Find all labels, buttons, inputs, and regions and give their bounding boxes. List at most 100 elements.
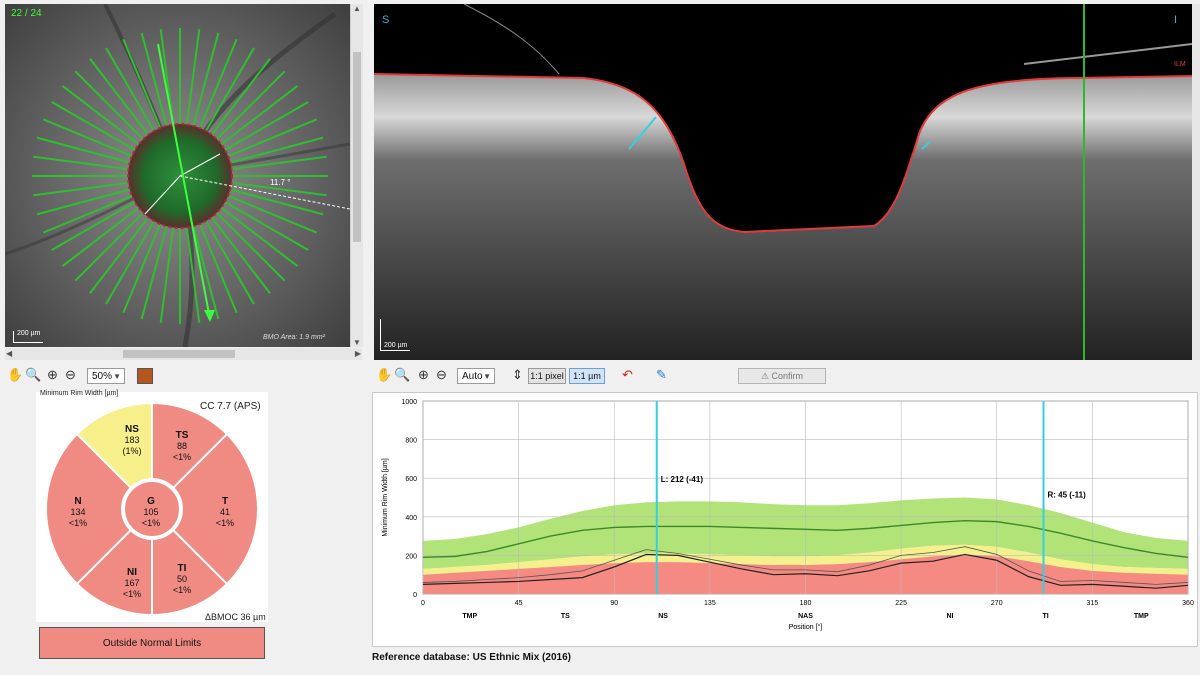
y-tick-label: 600 [405,476,417,483]
bmo-offset-label: ΔBMOC 36 µm [205,612,266,622]
sector-value: 183 [124,435,140,445]
zoom-icon[interactable]: 🔍 [25,366,41,384]
y-tick-label: 0 [413,592,417,599]
x-tick-label: 315 [1087,600,1099,607]
x-tick-label: 90 [610,600,618,607]
reference-database-label: Reference database: US Ethnic Mix (2016) [372,652,571,663]
sector-name: TS [175,430,189,441]
sector-value: 88 [176,441,187,451]
sector-t: T 41 <1% [200,496,250,529]
undo-icon[interactable]: ↶ [622,366,633,384]
oct-bscan-image [374,4,1192,360]
x-tick-label: 135 [704,600,716,607]
sector-percentile: <1% [68,518,88,528]
orientation-left: S [382,14,390,26]
edit-segmentation-icon[interactable]: ✎ [656,366,667,384]
classification-status: Outside Normal Limits [39,627,265,659]
zoom-icon[interactable]: 🔍 [394,366,410,384]
zoom-in-icon[interactable]: ⊕ [418,366,429,384]
sector-name: NI [127,567,137,578]
confirm-button[interactable]: ⚠ Confirm [738,368,826,384]
sector-axis-label: TI [1043,613,1049,620]
scroll-right-icon[interactable]: ▶ [355,349,361,358]
sector-ts: TS 88 <1% [157,430,207,463]
x-tick-label: 45 [515,600,523,607]
height-scale-icon[interactable]: ⇕ [512,366,523,384]
y-axis-label: Minimum Rim Width [µm] [382,458,389,536]
zoom-select[interactable]: 50% ▼ [87,368,125,384]
fundus-scale-label: 200 µm [17,330,41,337]
sector-g: G 105 <1% [126,496,176,529]
sector-percentile: <1% [172,452,192,462]
zoom-out-icon[interactable]: ⊖ [436,366,447,384]
position-marker-label: R: 45 (-11) [1048,491,1087,500]
zoom-select[interactable]: Auto ▼ [457,368,495,384]
zoom-out-icon[interactable]: ⊖ [65,366,76,384]
scroll-up-icon[interactable]: ▲ [353,4,361,13]
bmo-area-label: BMO Area: 1.9 mm² [263,334,325,341]
confirm-label: Confirm [771,371,804,381]
sector-axis-label: NAS [798,613,813,620]
sector-value: 167 [124,578,140,588]
orientation-right: I [1174,14,1178,26]
sector-value: 41 [219,507,230,517]
sector-name: NS [125,424,139,435]
ilm-label: ILM [1174,61,1186,68]
sector-value: 105 [143,507,159,517]
micron-scale-button[interactable]: 1:1 µm [569,368,605,384]
oct-bscan-panel[interactable]: S I ILM 200 µm [374,4,1192,360]
fundus-image-panel[interactable]: 22 / 24 200 µm 11.7 ° BMO Area: 1.9 mm² [5,4,350,347]
sector-axis-label: TMP [462,613,477,620]
sector-value: 50 [176,574,187,584]
hand-icon[interactable]: ✋ [7,366,23,384]
sector-axis-label: NI [947,613,954,620]
sector-percentile: <1% [122,589,142,599]
left-horizontal-scrollbar[interactable]: ◀ ▶ [5,348,362,360]
x-tick-label: 270 [991,600,1003,607]
mrw-profile-chart: 0 45 90 135 180 225 270 315 360 0 200 400 600 800 1000… [372,392,1198,647]
sector-percentile: <1% [215,518,235,528]
sector-axis-label: TMP [1134,613,1149,620]
right-vertical-scrollbar[interactable] [1192,4,1200,360]
sector-ns: NS 183 (1%) [107,424,157,457]
scroll-left-icon[interactable]: ◀ [6,349,12,358]
zoom-select-value: Auto [462,371,483,382]
sector-percentile: <1% [172,585,192,595]
scroll-thumb[interactable] [353,52,361,242]
color-swatch-icon[interactable] [137,368,153,384]
warning-icon: ⚠ [760,371,772,381]
x-tick-label: 0 [421,600,425,607]
left-vertical-scrollbar[interactable]: ▲ ▼ [350,4,363,347]
oct-scale-label: 200 µm [384,342,408,349]
mrw-title: Minimum Rim Width [µm] [40,390,119,397]
sector-name: TI [177,563,187,574]
sector-name: T [221,496,229,507]
chevron-down-icon: ▼ [483,372,491,381]
frame-counter: 22 / 24 [11,8,42,19]
scroll-thumb[interactable] [123,350,235,358]
fundus-image [5,4,350,347]
scroll-down-icon[interactable]: ▼ [353,338,361,347]
sector-ni: NI 167 <1% [107,567,157,600]
sector-name: N [74,496,82,507]
cc-label: CC 7.7 (APS) [200,401,261,412]
x-axis-label: Position [°] [789,623,823,631]
y-tick-label: 400 [405,515,417,522]
sector-percentile: <1% [141,518,161,528]
sector-value: 134 [70,507,86,517]
hand-icon[interactable]: ✋ [376,366,392,384]
sector-n: N 134 <1% [53,496,103,529]
left-toolbar: ✋ 🔍 ⊕ ⊖ 50% ▼ [5,366,365,388]
mrw-profile-plot: 0 45 90 135 180 225 270 315 360 0 200 400 600 800 1000… [382,399,1194,631]
x-tick-label: 360 [1182,600,1194,607]
sector-axis-label: TS [561,613,570,620]
sector-ti: TI 50 <1% [157,563,207,596]
x-tick-label: 225 [895,600,907,607]
zoom-in-icon[interactable]: ⊕ [47,366,58,384]
pixel-scale-button[interactable]: 1:1 pixel [528,368,566,384]
x-tick-label: 180 [800,600,812,607]
sector-name: G [147,496,155,507]
zoom-select-value: 50% [92,371,113,382]
y-tick-label: 200 [405,553,417,560]
angle-label: 11.7 ° [270,178,291,187]
